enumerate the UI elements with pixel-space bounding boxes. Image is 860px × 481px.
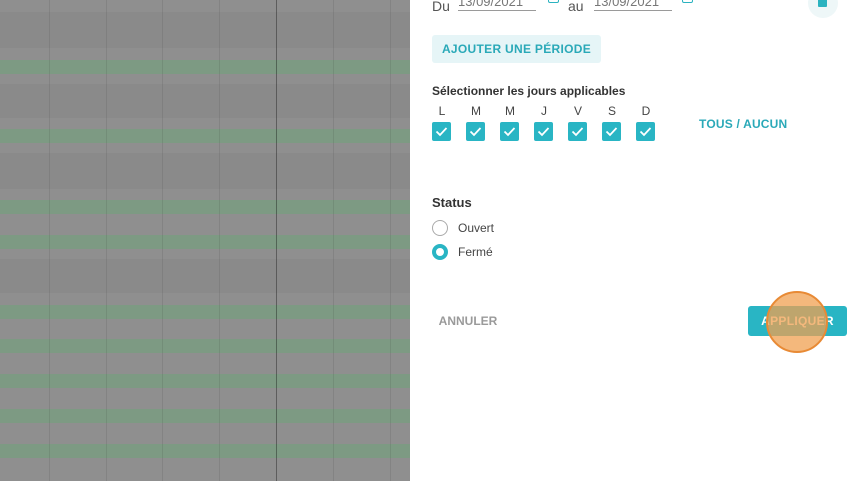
status-option-label: Ouvert xyxy=(458,221,495,235)
day-checkbox-saturday[interactable]: S xyxy=(602,104,622,141)
bg-band xyxy=(0,129,410,143)
bg-band xyxy=(0,153,410,189)
radio-unselected-icon[interactable] xyxy=(432,220,448,236)
add-period-button[interactable]: AJOUTER UNE PÉRIODE xyxy=(432,35,601,63)
delete-period-button[interactable] xyxy=(808,0,838,18)
bg-band xyxy=(0,305,410,319)
status-section-title: Status xyxy=(432,195,472,210)
bg-band xyxy=(0,409,410,423)
from-date-field[interactable]: 13/09/2021 xyxy=(458,0,536,11)
bg-band xyxy=(0,374,410,388)
checkbox-checked-icon[interactable] xyxy=(432,122,451,141)
calendar-icon[interactable] xyxy=(548,0,559,3)
day-letter: M xyxy=(505,104,515,118)
day-checkbox-wednesday[interactable]: M xyxy=(500,104,520,141)
from-label: Du xyxy=(432,0,450,14)
bg-band xyxy=(0,12,410,48)
day-letter: M xyxy=(471,104,481,118)
period-date-range: Du 13/09/2021 au 13/09/2021 xyxy=(432,0,852,14)
radio-selected-icon[interactable] xyxy=(432,244,448,260)
day-letter: S xyxy=(607,104,616,118)
period-settings-drawer: Du 13/09/2021 au 13/09/2021 AJOUTER UNE … xyxy=(410,0,860,481)
bg-gridline xyxy=(333,0,334,481)
day-letter: L xyxy=(438,104,446,118)
day-checkbox-sunday[interactable]: D xyxy=(636,104,656,141)
day-letter: D xyxy=(641,104,651,118)
day-letter: V xyxy=(573,104,582,118)
day-letter: J xyxy=(541,104,547,118)
checkbox-checked-icon[interactable] xyxy=(602,122,621,141)
bg-gridline xyxy=(276,0,277,481)
bg-band xyxy=(0,200,410,214)
checkbox-checked-icon[interactable] xyxy=(466,122,485,141)
day-checkbox-tuesday[interactable]: M xyxy=(466,104,486,141)
day-checkbox-monday[interactable]: L xyxy=(432,104,452,141)
bg-gridline xyxy=(390,0,391,481)
checkbox-checked-icon[interactable] xyxy=(568,122,587,141)
to-date-field[interactable]: 13/09/2021 xyxy=(594,0,672,11)
checkbox-checked-icon[interactable] xyxy=(534,122,553,141)
day-checkbox-friday[interactable]: V xyxy=(568,104,588,141)
checkbox-checked-icon[interactable] xyxy=(500,122,519,141)
bg-band xyxy=(0,235,410,249)
bg-band xyxy=(0,339,410,353)
days-section-title: Sélectionner les jours applicables xyxy=(432,84,626,98)
bg-band xyxy=(0,60,410,74)
trash-icon xyxy=(818,0,827,7)
to-label: au xyxy=(568,0,584,14)
bg-gridline xyxy=(49,0,50,481)
bg-gridline xyxy=(219,0,220,481)
apply-button[interactable]: APPLIQUER xyxy=(748,306,847,336)
checkbox-checked-icon[interactable] xyxy=(636,122,655,141)
bg-band xyxy=(0,259,410,293)
day-checkbox-thursday[interactable]: J xyxy=(534,104,554,141)
bg-band xyxy=(0,84,410,118)
bg-gridline xyxy=(106,0,107,481)
background-calendar xyxy=(0,0,410,481)
cancel-button[interactable]: ANNULER xyxy=(432,309,504,333)
bg-gridline xyxy=(162,0,163,481)
bg-band xyxy=(0,444,410,458)
calendar-icon[interactable] xyxy=(682,0,693,3)
status-option-label: Fermé xyxy=(458,245,493,259)
select-all-none-button[interactable]: TOUS / AUCUN xyxy=(699,117,787,131)
